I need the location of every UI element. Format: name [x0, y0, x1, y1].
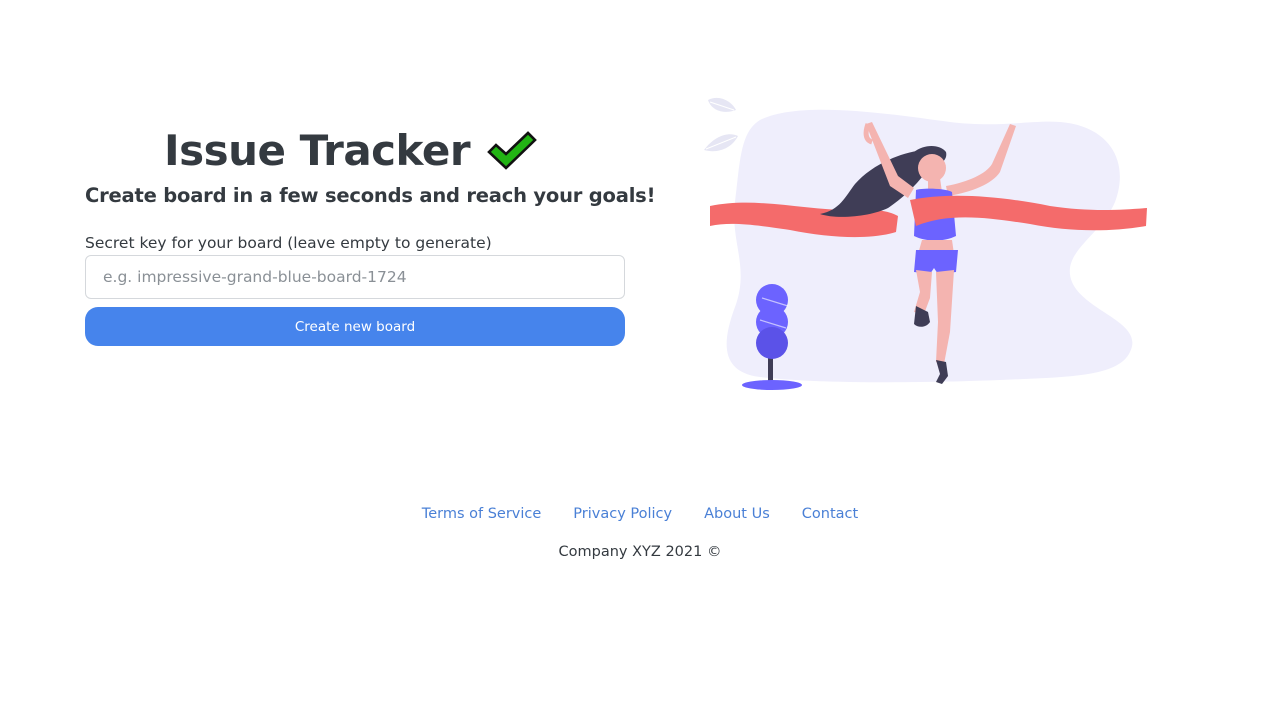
terms-of-service-link[interactable]: Terms of Service — [422, 506, 541, 522]
finish-line-runner-illustration — [704, 97, 1147, 390]
secret-key-label: Secret key for your board (leave empty t… — [85, 234, 492, 252]
footer-links: Terms of Service Privacy Policy About Us… — [0, 506, 1280, 522]
secret-key-input[interactable] — [85, 255, 625, 299]
create-board-button[interactable]: Create new board — [85, 307, 625, 346]
checkmark-icon — [487, 131, 537, 170]
page: Issue Tracker Create board in a few seco… — [0, 0, 1280, 720]
runner-head — [918, 154, 946, 182]
page-subtitle: Create board in a few seconds and reach … — [85, 184, 656, 207]
privacy-policy-link[interactable]: Privacy Policy — [573, 506, 672, 522]
copyright: Company XYZ 2021 © — [558, 544, 722, 560]
contact-link[interactable]: Contact — [802, 506, 858, 522]
create-board-panel: Issue Tracker Create board in a few seco… — [85, 120, 656, 346]
page-title: Issue Tracker — [163, 125, 471, 175]
about-us-link[interactable]: About Us — [704, 506, 770, 522]
title-row: Issue Tracker — [77, 120, 625, 180]
